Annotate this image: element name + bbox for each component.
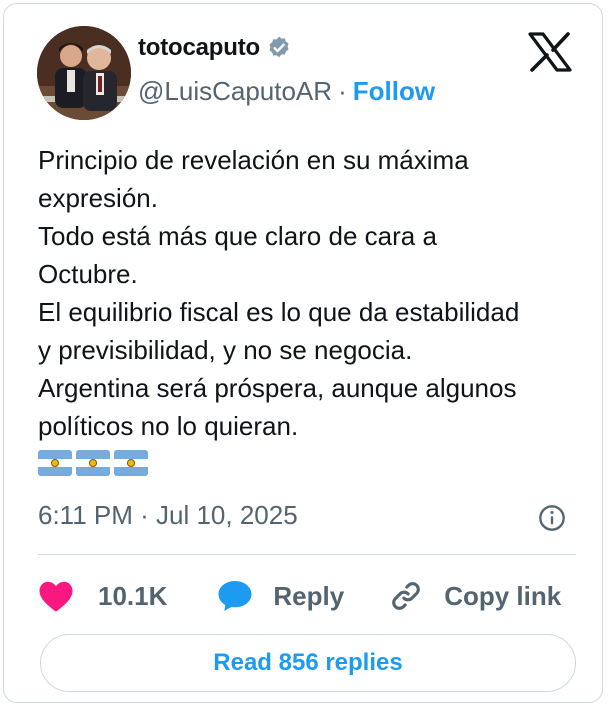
action-bar: 10.1K Reply Copy link: [38, 576, 561, 616]
divider: [38, 554, 576, 555]
author-display-name[interactable]: totocaputo: [138, 34, 260, 62]
avatar[interactable]: [37, 26, 131, 120]
argentina-flag-icon: [114, 450, 148, 476]
link-icon: [388, 579, 424, 613]
separator-dot: ·: [338, 76, 347, 106]
reply-label: Reply: [273, 580, 345, 611]
copy-link-button[interactable]: Copy link: [388, 579, 561, 613]
author-name-row: totocaputo: [138, 34, 292, 62]
copy-link-label: Copy link: [444, 580, 562, 611]
like-count: 10.1K: [98, 580, 168, 611]
speech-bubble-icon: [217, 579, 253, 613]
like-button[interactable]: 10.1K: [38, 579, 167, 613]
argentina-flag-icon: [76, 450, 110, 476]
tweet-timestamp[interactable]: 6:11 PM · Jul 10, 2025: [38, 500, 298, 531]
read-replies-button[interactable]: Read 856 replies: [40, 634, 576, 692]
argentina-flag-icon: [38, 450, 72, 476]
heart-icon: [38, 579, 74, 613]
tweet-text: Principio de revelación en su máxima exp…: [38, 145, 520, 441]
follow-button[interactable]: Follow: [353, 76, 435, 107]
info-icon[interactable]: [538, 504, 566, 532]
x-logo-icon[interactable]: [528, 32, 572, 72]
emoji-flags: [38, 450, 148, 476]
tweet-card: totocaputo @LuisCaputoAR · Follow Princi…: [3, 3, 603, 703]
verified-badge-icon: [266, 35, 292, 61]
author-handle[interactable]: @LuisCaputoAR: [138, 76, 332, 107]
author-handle-row: @LuisCaputoAR · Follow: [138, 76, 435, 107]
reply-button[interactable]: Reply: [217, 579, 344, 613]
